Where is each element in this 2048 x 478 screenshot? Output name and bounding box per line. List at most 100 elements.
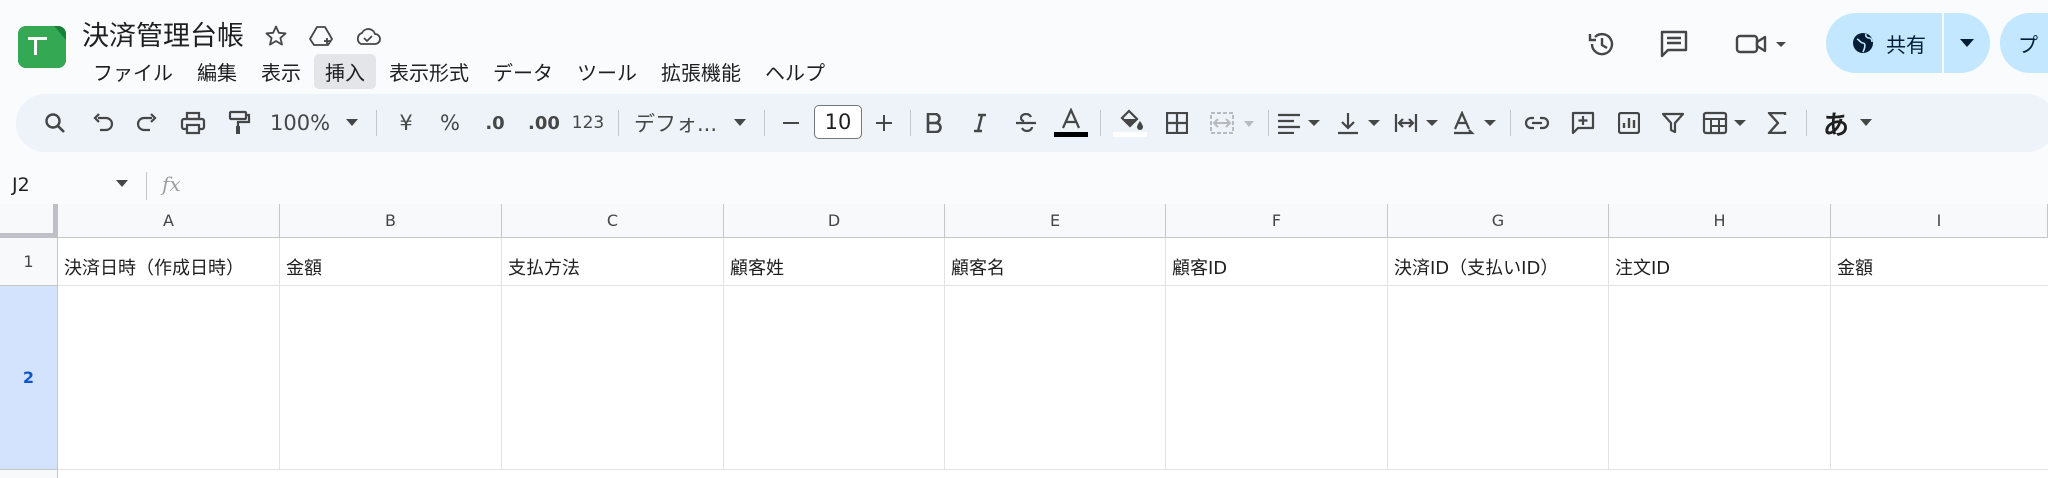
globe-icon (1852, 32, 1874, 54)
menu-format[interactable]: 表示形式 (378, 54, 480, 89)
menu-file[interactable]: ファイル (82, 54, 184, 89)
fill-color-icon[interactable] (1112, 108, 1148, 138)
menu-edit[interactable]: 編集 (186, 54, 248, 89)
fx-icon: fx (162, 172, 181, 196)
menu-insert[interactable]: 挿入 (314, 53, 376, 89)
input-tools-button[interactable]: あ (1818, 108, 1854, 141)
meet-icon[interactable] (1734, 24, 1790, 64)
text-color-icon[interactable] (1054, 108, 1088, 138)
search-menus-icon[interactable] (40, 108, 70, 138)
insert-link-icon[interactable] (1522, 108, 1552, 138)
filter-views-icon[interactable] (1702, 108, 1752, 138)
toolbar-divider (376, 110, 377, 136)
borders-icon[interactable] (1162, 108, 1192, 138)
toolbar-divider (1100, 110, 1101, 136)
move-to-drive-icon[interactable] (306, 20, 338, 52)
row-header-3[interactable] (0, 470, 58, 478)
cell-f1[interactable]: 顧客ID (1166, 238, 1388, 286)
cloud-saved-icon[interactable] (352, 20, 384, 52)
menu-extensions[interactable]: 拡張機能 (650, 54, 752, 89)
format-percent-button[interactable]: % (436, 108, 464, 138)
document-title[interactable]: 決済管理台帳 (82, 14, 244, 53)
cell-e2[interactable] (945, 286, 1166, 470)
decrease-decimal-button[interactable]: .0 (478, 108, 512, 138)
toolbar-divider (1510, 110, 1511, 136)
text-wrapping-icon[interactable] (1394, 108, 1444, 138)
cell-d1[interactable]: 顧客姓 (724, 238, 945, 286)
menu-help[interactable]: ヘルプ (754, 54, 836, 89)
number-format-label: 123 (571, 113, 605, 133)
column-header-e[interactable]: E (945, 204, 1166, 238)
print-icon[interactable] (178, 108, 208, 138)
filter-icon[interactable] (1658, 108, 1688, 138)
formula-input[interactable] (200, 170, 2048, 202)
zoom-dropdown-icon[interactable] (342, 108, 362, 138)
zoom-value: 100% (269, 111, 331, 135)
column-header-i[interactable]: I (1831, 204, 2048, 238)
menu-tools[interactable]: ツール (566, 54, 648, 89)
text-rotation-icon[interactable] (1452, 108, 1502, 138)
horizontal-align-icon[interactable] (1276, 108, 1326, 138)
undo-icon[interactable] (88, 108, 118, 138)
cell-c1[interactable]: 支払方法 (502, 238, 724, 286)
cell-g2[interactable] (1388, 286, 1609, 470)
insert-comment-icon[interactable] (1568, 108, 1598, 138)
column-header-g[interactable]: G (1388, 204, 1609, 238)
cell-f2[interactable] (1166, 286, 1388, 470)
italic-icon[interactable] (966, 108, 994, 138)
column-header-c[interactable]: C (502, 204, 724, 238)
zoom-select[interactable]: 100% (270, 108, 330, 138)
column-header-d[interactable]: D (724, 204, 945, 238)
more-formats-button[interactable]: 123 (570, 108, 606, 138)
merge-cells-icon[interactable] (1208, 108, 1258, 138)
format-currency-button[interactable]: ¥ (392, 108, 420, 138)
functions-icon[interactable] (1762, 108, 1792, 138)
column-header-a[interactable]: A (58, 204, 280, 238)
menu-view[interactable]: 表示 (250, 54, 312, 89)
cell-c2[interactable] (502, 286, 724, 470)
decrease-font-size-icon[interactable] (780, 108, 802, 138)
input-tools-dropdown-icon[interactable] (1856, 108, 1876, 138)
row-header-1[interactable]: 1 (0, 238, 58, 286)
cell-a1[interactable]: 決済日時（作成日時） (58, 238, 280, 286)
toolbar-divider (910, 110, 911, 136)
formula-bar-divider (146, 172, 147, 200)
insert-chart-icon[interactable] (1614, 108, 1644, 138)
cell-g1[interactable]: 決済ID（支払いID） (1388, 238, 1609, 286)
share-dropdown[interactable] (1944, 13, 1990, 73)
column-header-h[interactable]: H (1609, 204, 1831, 238)
vertical-align-icon[interactable] (1336, 108, 1386, 138)
cell-i2[interactable] (1831, 286, 2048, 470)
font-name: デフォ... (634, 112, 718, 136)
cell-b2[interactable] (280, 286, 502, 470)
menu-data[interactable]: データ (482, 54, 564, 89)
column-header-f[interactable]: F (1166, 204, 1388, 238)
font-dropdown-icon[interactable] (730, 108, 750, 138)
input-tools-label: あ (1822, 110, 1849, 141)
sheets-logo[interactable] (18, 26, 66, 68)
column-header-b[interactable]: B (280, 204, 502, 238)
cell-e1[interactable]: 顧客名 (945, 238, 1166, 286)
increase-decimal-button[interactable]: .00 (524, 108, 564, 138)
font-size-input[interactable]: 10 (814, 105, 862, 139)
font-select[interactable]: デフォ... (634, 108, 734, 138)
cell-h2[interactable] (1609, 286, 1831, 470)
star-icon[interactable] (260, 20, 292, 52)
cell-b1[interactable]: 金額 (280, 238, 502, 286)
version-history-icon[interactable] (1582, 24, 1622, 64)
redo-icon[interactable] (132, 108, 162, 138)
cell-d2[interactable] (724, 286, 945, 470)
cell-i1[interactable]: 金額 (1831, 238, 2048, 286)
cell-h1[interactable]: 注文ID (1609, 238, 1831, 286)
comments-icon[interactable] (1654, 24, 1694, 64)
row-header-2[interactable]: 2 (0, 286, 58, 470)
cell-a2[interactable] (58, 286, 280, 470)
share-button[interactable]: 共有 (1826, 13, 1942, 73)
increase-font-size-icon[interactable] (872, 108, 896, 138)
toolbar-divider (1268, 110, 1269, 136)
bold-icon[interactable] (920, 108, 948, 138)
name-box-dropdown-icon[interactable] (116, 180, 128, 188)
currency-symbol: ¥ (399, 111, 413, 135)
strikethrough-icon[interactable] (1012, 108, 1040, 138)
paint-format-icon[interactable] (224, 108, 254, 138)
